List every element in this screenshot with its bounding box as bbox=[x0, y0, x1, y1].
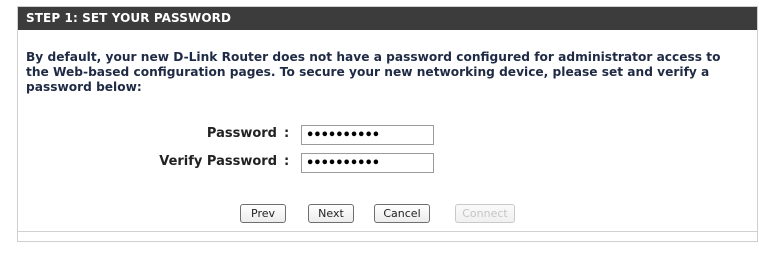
setup-wizard-panel: STEP 1: SET YOUR PASSWORD By default, yo… bbox=[17, 6, 758, 242]
verify-colon: : bbox=[284, 154, 290, 169]
password-colon: : bbox=[284, 126, 290, 141]
password-label: Password bbox=[206, 126, 277, 141]
connect-button[interactable]: Connect bbox=[455, 204, 515, 223]
verify-password-row: Verify Password : bbox=[18, 152, 759, 174]
instructions-text: By default, your new D-Link Router does … bbox=[26, 50, 721, 94]
panel-divider bbox=[18, 231, 757, 232]
panel-title: STEP 1: SET YOUR PASSWORD bbox=[18, 7, 757, 30]
cancel-button[interactable]: Cancel bbox=[374, 204, 430, 223]
password-input[interactable] bbox=[301, 125, 434, 145]
verify-label-wrap: Verify Password bbox=[18, 152, 277, 174]
verify-password-input[interactable] bbox=[301, 153, 434, 173]
verify-password-label: Verify Password bbox=[159, 154, 277, 169]
password-row: Password : bbox=[18, 124, 759, 146]
prev-button[interactable]: Prev bbox=[240, 204, 286, 223]
password-label-wrap: Password bbox=[18, 124, 277, 146]
next-button[interactable]: Next bbox=[308, 204, 354, 223]
